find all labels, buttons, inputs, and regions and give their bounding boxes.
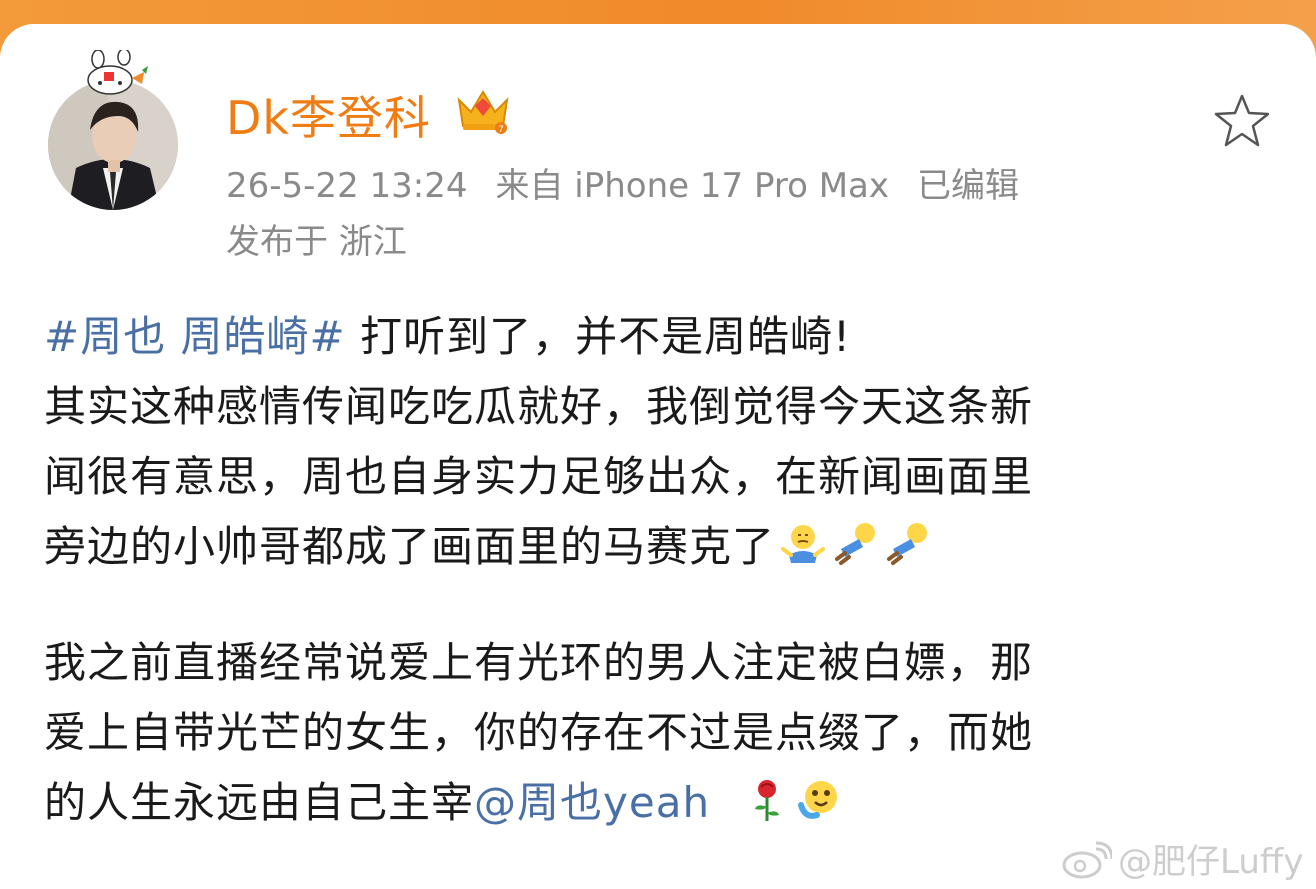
author-name[interactable]: Dk李登科 — [226, 82, 431, 148]
body-line-5: 我之前直播经常说爱上有光环的男人注定被白嫖，那 — [44, 638, 1034, 687]
hug-emoji-icon — [797, 781, 837, 819]
watermark: @肥仔Luffy — [1060, 834, 1303, 883]
rose-emoji-icon — [754, 780, 779, 821]
post-body: #周也 周皓崎# 打听到了，并不是周皓崎! 其实这种感情传闻吃吃瓜就好，我倒觉得… — [44, 302, 1284, 838]
post-meta-row: 26-5-22 13:24 来自 iPhone 17 Pro Max 已编辑 — [226, 158, 1047, 207]
lying-flat-emoji-icon — [835, 523, 876, 565]
body-line-7: 的人生永远由自己主宰@周也yeah — [44, 768, 1284, 838]
body-text-1: 打听到了，并不是周皓崎! — [360, 312, 851, 361]
body-line-6: 爱上自带光芒的女生，你的存在不过是点缀了，而她 — [44, 708, 1034, 757]
post-source: 来自 iPhone 17 Pro Max — [495, 166, 890, 206]
crown-vip-icon: 7 — [457, 90, 509, 134]
edited-label: 已编辑 — [917, 166, 1019, 206]
hashtag-link[interactable]: #周也 周皓崎# — [44, 312, 346, 361]
mention-link[interactable]: @周也yeah — [474, 778, 710, 827]
bunny-pendant-icon — [87, 50, 148, 95]
lying-flat-emoji-icon — [887, 523, 928, 565]
body-text-4: 旁边的小帅哥都成了画面里的马赛克了 — [44, 522, 776, 571]
body-text-7: 的人生永远由自己主宰 — [44, 778, 475, 827]
body-line-1: #周也 周皓崎# 打听到了，并不是周皓崎! — [44, 302, 1284, 372]
weibo-logo-icon — [1062, 841, 1112, 879]
body-line-4: 旁边的小帅哥都成了画面里的马赛克了 — [44, 512, 1284, 582]
star-outline-icon[interactable] — [1212, 92, 1272, 150]
post-timestamp: 26-5-22 13:24 — [226, 166, 468, 206]
body-line-3: 闻很有意思，周也自身实力足够出众，在新闻画面里 — [44, 452, 1034, 501]
watermark-text: @肥仔Luffy — [1118, 842, 1304, 882]
shrug-emoji-icon — [781, 525, 826, 563]
author-avatar[interactable] — [46, 50, 182, 210]
svg-text:7: 7 — [498, 125, 504, 134]
body-line-2: 其实这种感情传闻吃吃瓜就好，我倒觉得今天这条新 — [44, 382, 1034, 431]
post-location: 发布于 浙江 — [226, 222, 407, 262]
avatar-photo — [48, 80, 178, 210]
